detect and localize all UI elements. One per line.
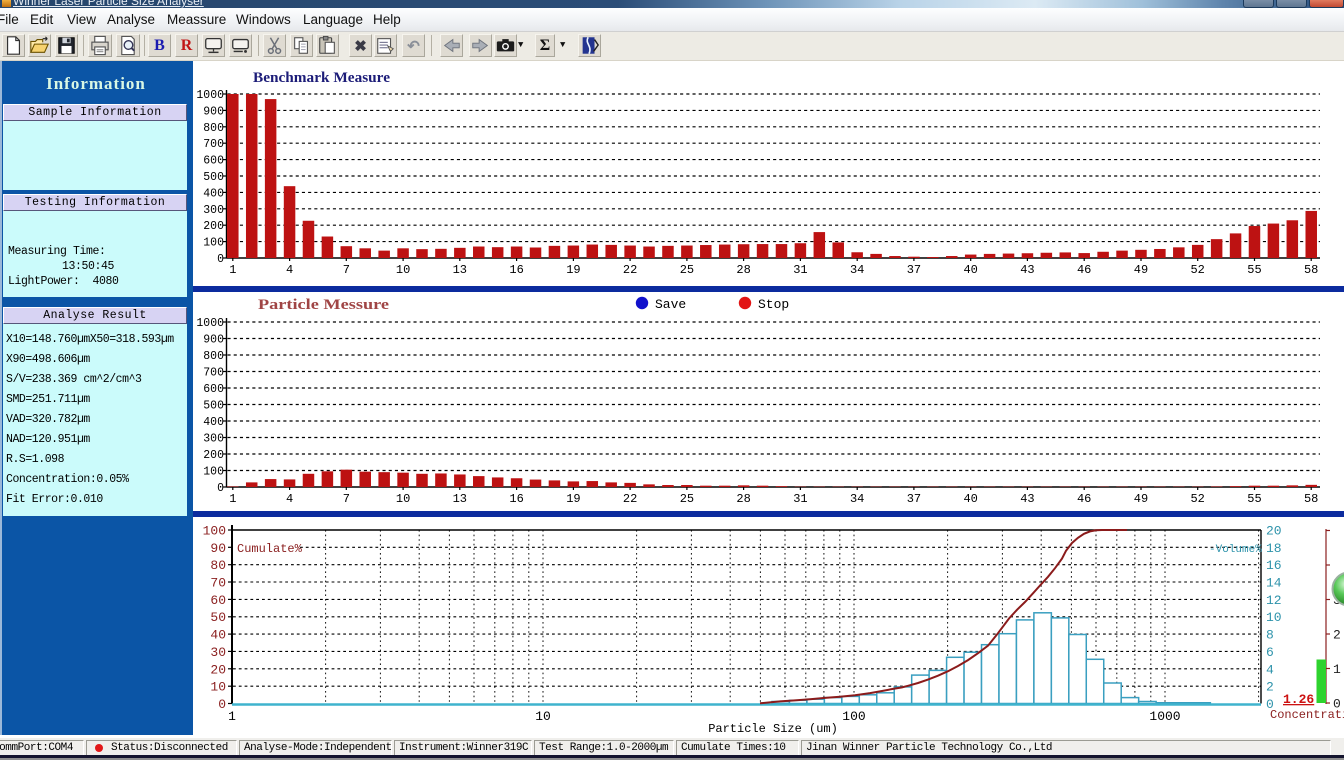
svg-text:70: 70 [210,576,226,591]
svg-text:60: 60 [210,593,226,608]
svg-text:46: 46 [1077,263,1091,277]
svg-text:300: 300 [203,433,224,446]
svg-text:22: 22 [623,492,637,506]
svg-text:90: 90 [210,541,226,556]
svg-text:28: 28 [736,492,750,506]
svg-text:600: 600 [203,155,224,168]
svg-text:43: 43 [1020,492,1034,506]
svg-text:0: 0 [218,697,226,712]
svg-text:800: 800 [203,350,224,363]
svg-text:0: 0 [217,482,224,495]
svg-text:1000: 1000 [196,89,224,102]
svg-text:10: 10 [535,709,551,724]
svg-text:31: 31 [793,492,807,506]
svg-text:1000: 1000 [196,317,224,330]
svg-text:18: 18 [1266,541,1282,556]
svg-text:19: 19 [566,492,580,506]
svg-text:80: 80 [210,558,226,573]
svg-text:37: 37 [907,492,921,506]
svg-text:7: 7 [343,263,350,277]
svg-text:900: 900 [203,105,224,118]
svg-text:19: 19 [566,263,580,277]
svg-text:22: 22 [623,263,637,277]
svg-text:7: 7 [343,492,350,506]
svg-text:31: 31 [793,263,807,277]
svg-text:49: 49 [1134,263,1148,277]
svg-text:-Volume%: -Volume% [1209,544,1262,556]
svg-text:40: 40 [210,628,226,643]
svg-text:500: 500 [203,400,224,413]
svg-text:10: 10 [210,680,226,695]
svg-text:10: 10 [396,492,410,506]
svg-text:4: 4 [1266,662,1274,677]
svg-text:1: 1 [1333,662,1341,677]
svg-text:20: 20 [210,662,226,677]
svg-text:200: 200 [203,220,224,233]
svg-text:Save: Save [655,297,686,312]
svg-text:100: 100 [203,524,226,539]
svg-text:700: 700 [203,367,224,380]
svg-text:52: 52 [1190,492,1204,506]
svg-text:40: 40 [963,492,977,506]
svg-text:1000: 1000 [1149,709,1180,724]
svg-text:12: 12 [1266,593,1282,608]
svg-text:37: 37 [907,263,921,277]
svg-text:55: 55 [1247,492,1261,506]
svg-text:Stop: Stop [758,297,789,312]
svg-text:Cumulate%: Cumulate% [237,542,303,556]
svg-text:1: 1 [229,492,236,506]
svg-text:6: 6 [1266,645,1274,660]
svg-text:43: 43 [1020,263,1034,277]
svg-text:Particle Size (um): Particle Size (um) [708,722,838,736]
svg-text:700: 700 [203,138,224,151]
svg-text:14: 14 [1266,576,1282,591]
svg-text:4: 4 [286,492,293,506]
svg-text:25: 25 [680,263,694,277]
svg-text:300: 300 [203,204,224,217]
svg-text:100: 100 [203,466,224,479]
svg-text:28: 28 [736,263,750,277]
svg-text:900: 900 [203,334,224,347]
svg-text:50: 50 [210,610,226,625]
svg-text:2: 2 [1333,628,1341,643]
svg-text:34: 34 [850,263,864,277]
svg-text:100: 100 [203,237,224,250]
svg-text:2: 2 [1266,680,1274,695]
svg-text:400: 400 [203,187,224,200]
svg-text:Benchmark Measure: Benchmark Measure [253,70,390,86]
svg-text:10: 10 [396,263,410,277]
svg-text:600: 600 [203,383,224,396]
svg-text:16: 16 [509,492,523,506]
svg-text:16: 16 [1266,558,1282,573]
svg-text:0: 0 [217,253,224,266]
svg-text:58: 58 [1304,263,1318,277]
svg-text:55: 55 [1247,263,1261,277]
svg-text:16: 16 [509,263,523,277]
svg-text:20: 20 [1266,524,1282,539]
svg-text:4: 4 [286,263,293,277]
svg-text:30: 30 [210,645,226,660]
svg-text:52: 52 [1190,263,1204,277]
svg-text:Particle Messure: Particle Messure [258,297,389,313]
svg-text:46: 46 [1077,492,1091,506]
svg-text:1.26: 1.26 [1283,692,1314,707]
svg-text:500: 500 [203,171,224,184]
svg-text:1: 1 [229,263,236,277]
svg-text:13: 13 [453,492,467,506]
svg-text:100: 100 [842,709,865,724]
svg-text:58: 58 [1304,492,1318,506]
svg-text:1: 1 [228,709,236,724]
svg-text:34: 34 [850,492,864,506]
svg-text:49: 49 [1134,492,1148,506]
svg-text:40: 40 [963,263,977,277]
svg-text:400: 400 [203,416,224,429]
svg-text:10: 10 [1266,610,1282,625]
svg-text:200: 200 [203,449,224,462]
svg-text:800: 800 [203,122,224,135]
svg-text:8: 8 [1266,628,1274,643]
svg-text:13: 13 [453,263,467,277]
svg-text:Concentration: Concentration [1270,708,1344,722]
svg-text:25: 25 [680,492,694,506]
